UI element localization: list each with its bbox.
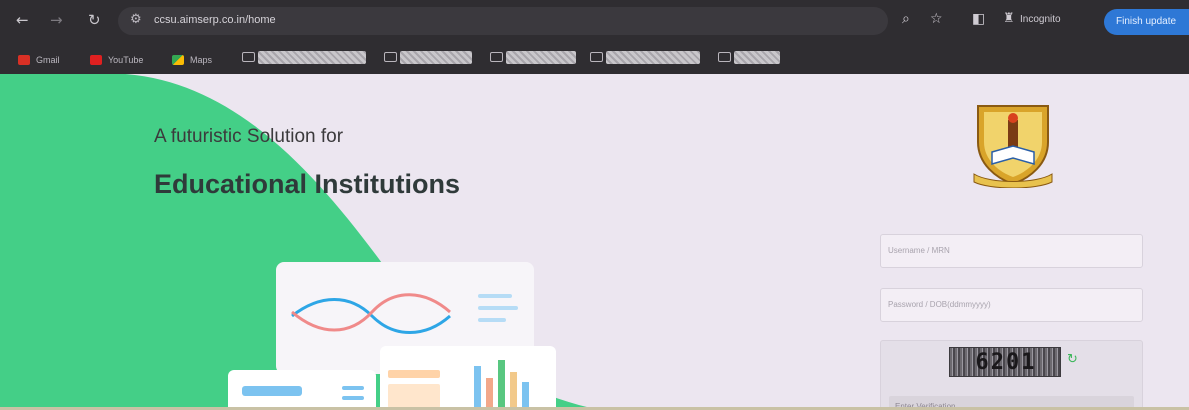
back-icon[interactable]: ← bbox=[16, 11, 29, 29]
address-bar[interactable]: ⚙ ccsu.aimserp.co.in/home bbox=[118, 7, 888, 35]
password-placeholder: Password / DOB(ddmmyyyy) bbox=[888, 300, 991, 309]
reload-icon[interactable]: ↻ bbox=[88, 11, 101, 29]
gmail-icon bbox=[18, 55, 30, 65]
username-placeholder: Username / MRN bbox=[888, 246, 950, 255]
username-field[interactable]: Username / MRN bbox=[880, 234, 1143, 268]
bookmark-youtube[interactable]: YouTube bbox=[90, 53, 143, 67]
forward-icon[interactable]: → bbox=[50, 11, 63, 29]
redacted-bookmark[interactable] bbox=[506, 51, 576, 64]
youtube-icon bbox=[90, 55, 102, 65]
refresh-captcha-icon[interactable]: ↻ bbox=[1067, 352, 1078, 367]
captcha-text: 6201 bbox=[975, 350, 1037, 375]
bookmark-star-icon[interactable]: ☆ bbox=[930, 11, 943, 27]
folder-icon[interactable] bbox=[490, 52, 503, 62]
hero-tagline: A futuristic Solution for bbox=[154, 126, 344, 147]
folder-icon[interactable] bbox=[590, 52, 603, 62]
captcha-panel: 6201 ↻ Enter Verification bbox=[880, 340, 1143, 410]
page-content: A futuristic Solution for Educational In… bbox=[0, 74, 1189, 410]
redacted-bookmark[interactable] bbox=[734, 51, 780, 64]
folder-icon[interactable] bbox=[242, 52, 255, 62]
zoom-icon[interactable]: ⌕ bbox=[902, 11, 910, 27]
browser-toolbar: ← → ↻ ⚙ ccsu.aimserp.co.in/home ⌕ ☆ ◧ ♜ … bbox=[0, 0, 1189, 44]
site-settings-icon[interactable]: ⚙ bbox=[130, 12, 142, 27]
maps-icon bbox=[172, 55, 184, 65]
incognito-label: Incognito bbox=[1020, 14, 1061, 25]
incognito-icon: ♜ bbox=[1003, 11, 1015, 26]
folder-icon[interactable] bbox=[384, 52, 397, 62]
university-logo bbox=[973, 105, 1053, 188]
bookmark-maps[interactable]: Maps bbox=[172, 53, 212, 67]
password-field[interactable]: Password / DOB(ddmmyyyy) bbox=[880, 288, 1143, 322]
hero-headline: Educational Institutions bbox=[154, 169, 461, 199]
folder-icon[interactable] bbox=[718, 52, 731, 62]
bookmark-gmail[interactable]: Gmail bbox=[18, 53, 60, 67]
url-text: ccsu.aimserp.co.in/home bbox=[154, 14, 276, 26]
dashboard-illustration bbox=[228, 262, 556, 410]
captcha-image: 6201 bbox=[949, 347, 1061, 377]
side-panel-icon[interactable]: ◧ bbox=[972, 11, 985, 27]
redacted-bookmark[interactable] bbox=[400, 51, 472, 64]
finish-update-button[interactable]: Finish update bbox=[1104, 9, 1189, 35]
bookmarks-bar: Gmail YouTube Maps bbox=[0, 44, 1189, 74]
redacted-bookmark[interactable] bbox=[606, 51, 700, 64]
redacted-bookmark[interactable] bbox=[258, 51, 366, 64]
